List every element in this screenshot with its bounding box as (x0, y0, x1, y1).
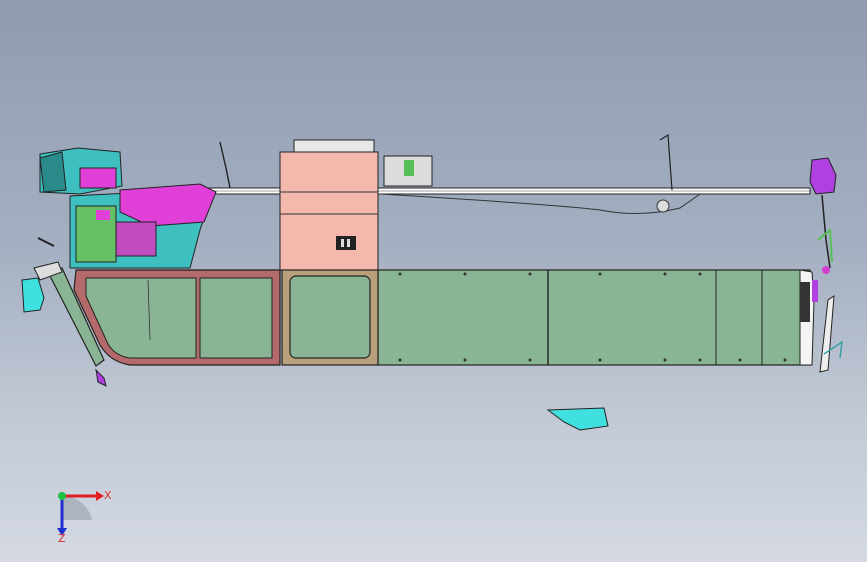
cad-model-viewport[interactable]: X Z (0, 0, 867, 562)
z-axis-label: Z (58, 532, 66, 545)
cabinet-module (279, 139, 433, 271)
x-axis-label: X (104, 489, 112, 502)
side-body-panel (377, 269, 811, 366)
entry-door (281, 269, 379, 366)
floor-step-part (546, 407, 609, 431)
coordinate-triad-icon: X Z (57, 489, 112, 545)
dashboard-assembly (39, 141, 231, 269)
roof-rail (179, 133, 811, 215)
cab-frame (73, 269, 281, 366)
